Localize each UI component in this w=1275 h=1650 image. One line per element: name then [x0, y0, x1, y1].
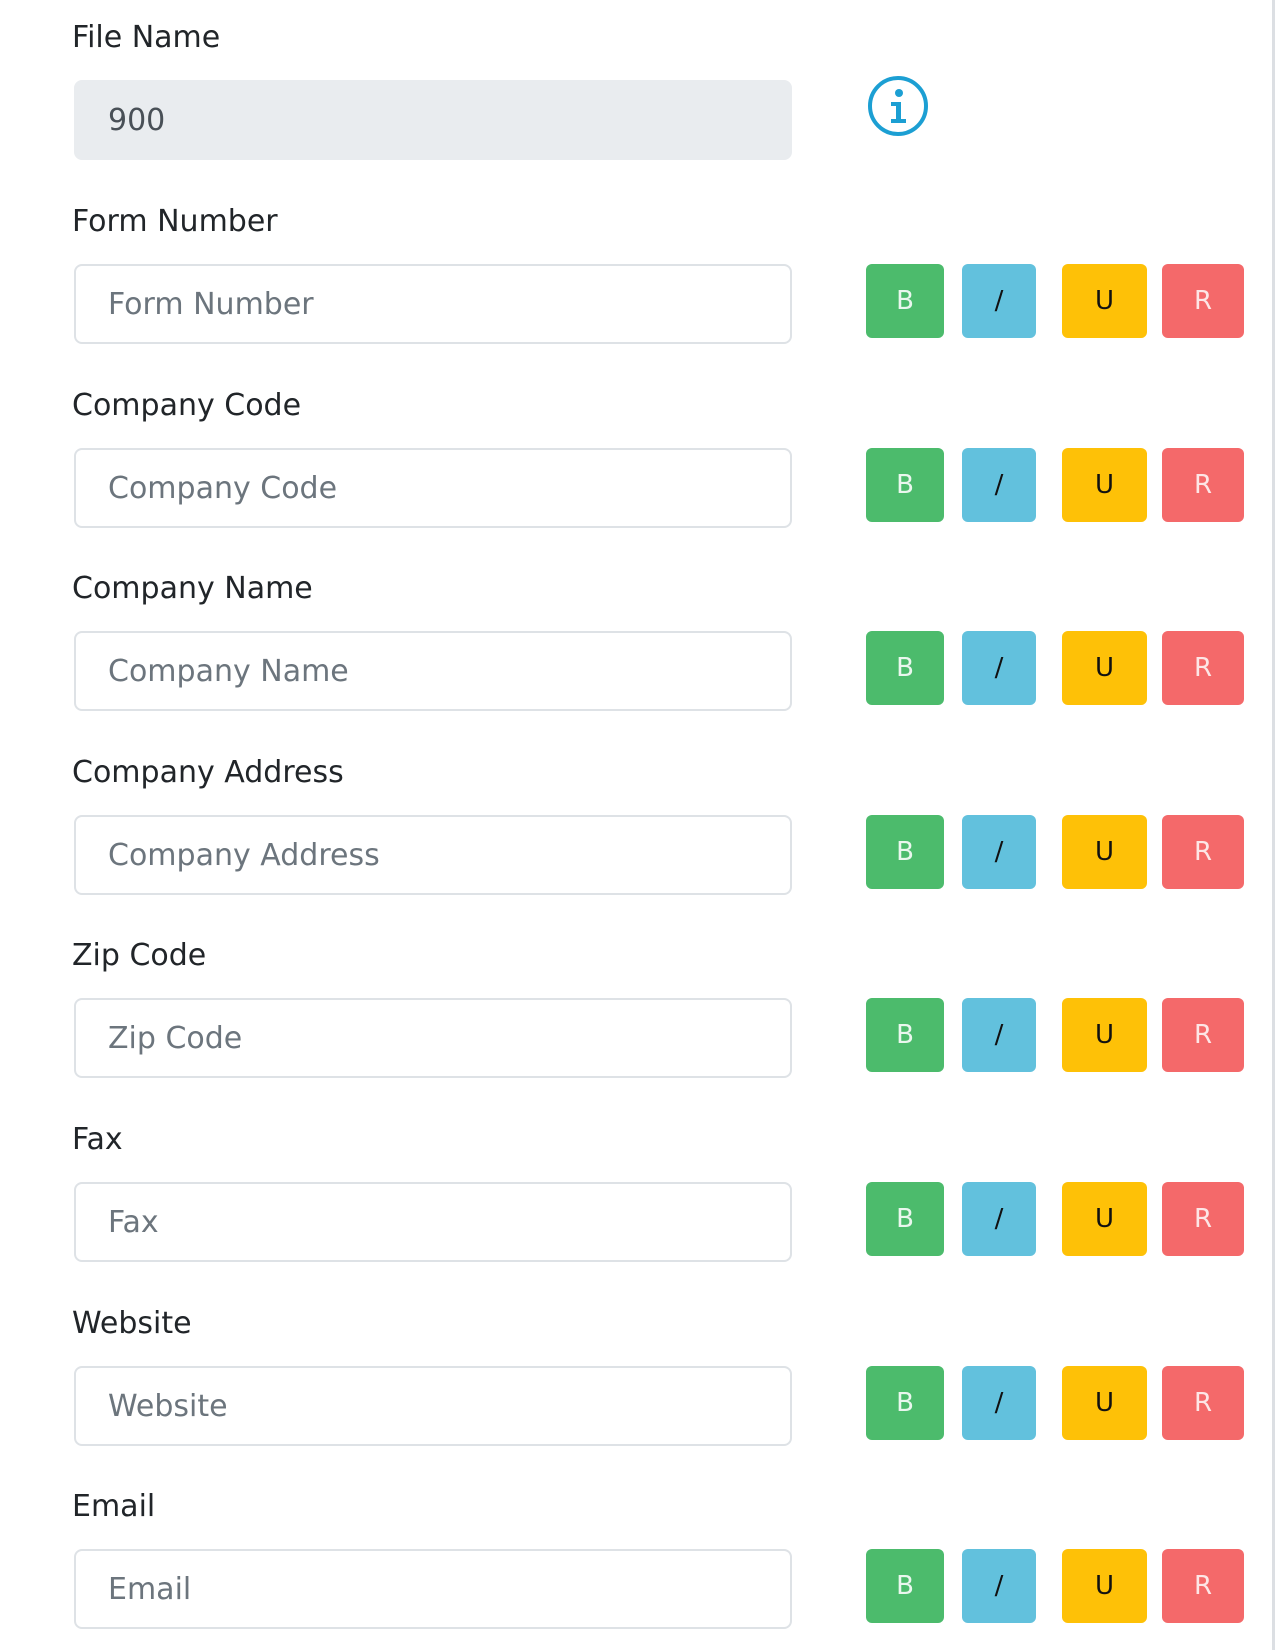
bold-button[interactable]: B — [866, 631, 944, 705]
italic-button[interactable]: / — [962, 1182, 1036, 1256]
company-address-input[interactable] — [74, 815, 792, 895]
bold-button[interactable]: B — [866, 1182, 944, 1256]
file-name-label: File Name — [72, 20, 221, 55]
italic-button[interactable]: / — [962, 264, 1036, 338]
italic-button[interactable]: / — [962, 448, 1036, 522]
underline-button[interactable]: U — [1062, 1366, 1147, 1440]
email-label: Email — [72, 1489, 156, 1524]
bold-button[interactable]: B — [866, 1549, 944, 1623]
info-icon[interactable] — [866, 74, 930, 138]
bold-button[interactable]: B — [866, 998, 944, 1072]
italic-button[interactable]: / — [962, 631, 1036, 705]
underline-button[interactable]: U — [1062, 815, 1147, 889]
reset-button[interactable]: R — [1162, 1366, 1244, 1440]
italic-button[interactable]: / — [962, 1549, 1036, 1623]
zip-code-label: Zip Code — [72, 938, 207, 973]
underline-button[interactable]: U — [1062, 264, 1147, 338]
reset-button[interactable]: R — [1162, 998, 1244, 1072]
reset-button[interactable]: R — [1162, 631, 1244, 705]
reset-button[interactable]: R — [1162, 448, 1244, 522]
website-input[interactable] — [74, 1366, 792, 1446]
fax-input[interactable] — [74, 1182, 792, 1262]
underline-button[interactable]: U — [1062, 1182, 1147, 1256]
underline-button[interactable]: U — [1062, 1549, 1147, 1623]
bold-button[interactable]: B — [866, 815, 944, 889]
bold-button[interactable]: B — [866, 1366, 944, 1440]
reset-button[interactable]: R — [1162, 264, 1244, 338]
reset-button[interactable]: R — [1162, 1549, 1244, 1623]
zip-code-format-buttons: B / U R — [866, 998, 1244, 1072]
website-label: Website — [72, 1306, 192, 1341]
email-input[interactable] — [74, 1549, 792, 1629]
company-name-format-buttons: B / U R — [866, 631, 1244, 705]
form-number-format-buttons: B / U R — [866, 264, 1244, 338]
reset-button[interactable]: R — [1162, 815, 1244, 889]
fax-format-buttons: B / U R — [866, 1182, 1244, 1256]
company-address-label: Company Address — [72, 755, 344, 790]
email-format-buttons: B / U R — [866, 1549, 1244, 1623]
company-name-label: Company Name — [72, 571, 313, 606]
zip-code-input[interactable] — [74, 998, 792, 1078]
website-format-buttons: B / U R — [866, 1366, 1244, 1440]
italic-button[interactable]: / — [962, 1366, 1036, 1440]
file-name-input[interactable] — [74, 80, 792, 160]
company-code-label: Company Code — [72, 388, 302, 423]
fax-label: Fax — [72, 1122, 123, 1157]
form-number-label: Form Number — [72, 204, 278, 239]
italic-button[interactable]: / — [962, 815, 1036, 889]
company-code-format-buttons: B / U R — [866, 448, 1244, 522]
underline-button[interactable]: U — [1062, 998, 1147, 1072]
company-address-format-buttons: B / U R — [866, 815, 1244, 889]
underline-button[interactable]: U — [1062, 631, 1147, 705]
italic-button[interactable]: / — [962, 998, 1036, 1072]
reset-button[interactable]: R — [1162, 1182, 1244, 1256]
bold-button[interactable]: B — [866, 264, 944, 338]
form-number-input[interactable] — [74, 264, 792, 344]
company-code-input[interactable] — [74, 448, 792, 528]
bold-button[interactable]: B — [866, 448, 944, 522]
company-name-input[interactable] — [74, 631, 792, 711]
underline-button[interactable]: U — [1062, 448, 1147, 522]
